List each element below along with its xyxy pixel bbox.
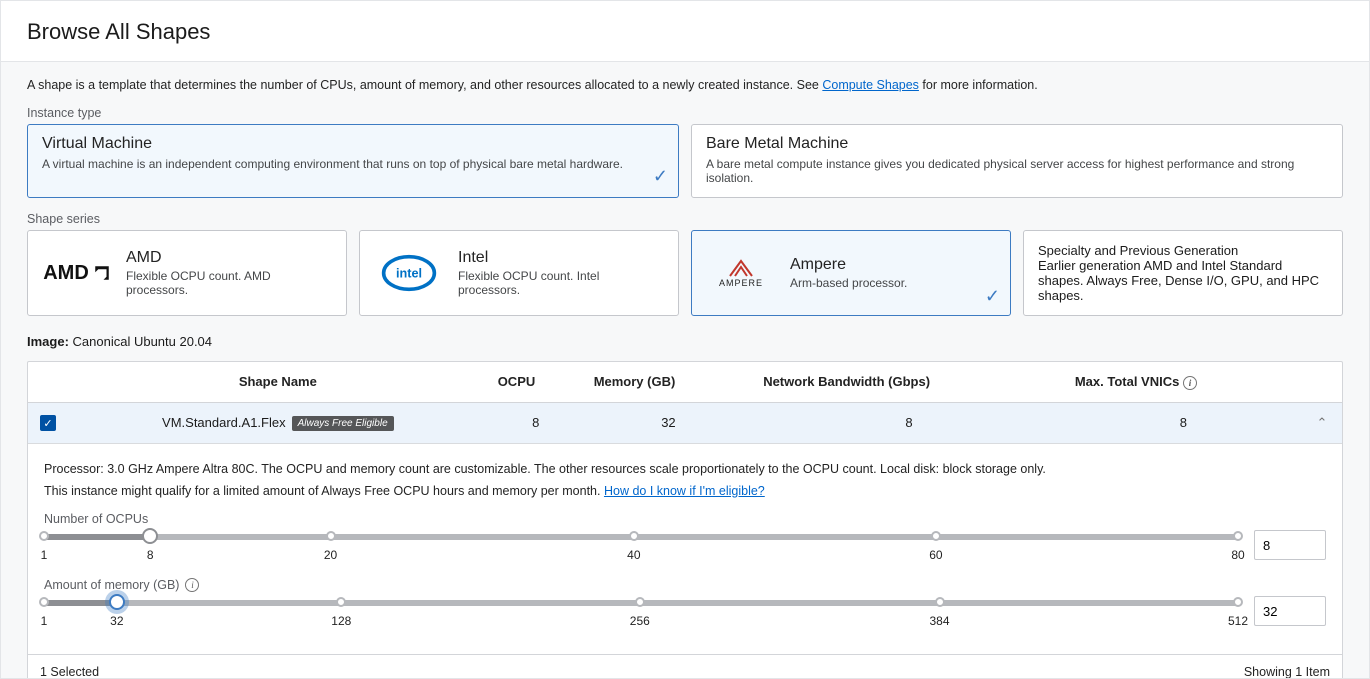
- col-memory: Memory (GB): [584, 362, 754, 402]
- showing-count: Showing 1 Item: [1244, 665, 1330, 679]
- memory-slider[interactable]: 1 32 128 256 384 512: [44, 596, 1238, 630]
- expand-header: [1302, 362, 1342, 402]
- row-checkbox[interactable]: ✓: [40, 415, 56, 431]
- series-specialty[interactable]: Specialty and Previous Generation Earlie…: [1023, 230, 1343, 316]
- collapse-row-button[interactable]: ⌃: [1302, 402, 1342, 444]
- ampere-logo-icon: AMPERE: [706, 250, 776, 296]
- checkmark-icon: ✓: [653, 166, 668, 187]
- ocpu-slider-block: Number of OCPUs: [44, 512, 1326, 564]
- series-title: AMD: [126, 249, 332, 267]
- series-sub: Arm-based processor.: [790, 276, 907, 290]
- bandwidth-cell: 8: [753, 402, 1065, 444]
- memory-input[interactable]: [1254, 596, 1326, 626]
- col-shape-name: Shape Name: [68, 362, 488, 402]
- always-free-badge: Always Free Eligible: [292, 416, 394, 431]
- card-sub: A bare metal compute instance gives you …: [706, 157, 1328, 185]
- col-ocpu: OCPU: [488, 362, 584, 402]
- instance-type-label: Instance type: [27, 106, 1343, 120]
- amd-logo-icon: AMD: [42, 250, 112, 296]
- memory-slider-label: Amount of memory (GB) i: [44, 578, 1326, 592]
- table-header-row: Shape Name OCPU Memory (GB) Network Band…: [28, 362, 1342, 402]
- card-title: Virtual Machine: [42, 135, 664, 153]
- select-all-header: [28, 362, 68, 402]
- series-sub: Earlier generation AMD and Intel Standar…: [1038, 258, 1328, 303]
- description-text: A shape is a template that determines th…: [27, 78, 822, 92]
- slider-thumb[interactable]: [142, 528, 158, 544]
- panel-body: A shape is a template that determines th…: [1, 62, 1369, 679]
- card-sub: A virtual machine is an independent comp…: [42, 157, 664, 171]
- description: A shape is a template that determines th…: [27, 78, 1343, 92]
- vnics-cell: 8: [1065, 402, 1302, 444]
- series-title: Specialty and Previous Generation: [1038, 243, 1328, 258]
- selected-count: 1 Selected: [40, 665, 99, 679]
- info-icon[interactable]: i: [185, 578, 199, 592]
- ocpu-input[interactable]: [1254, 530, 1326, 560]
- card-title: Bare Metal Machine: [706, 135, 1328, 153]
- eligibility-link[interactable]: How do I know if I'm eligible?: [604, 484, 765, 498]
- ocpu-slider-label: Number of OCPUs: [44, 512, 1326, 526]
- series-sub: Flexible OCPU count. AMD processors.: [126, 269, 332, 297]
- intel-logo-icon: intel: [374, 250, 444, 296]
- memory-cell: 32: [584, 402, 754, 444]
- series-intel[interactable]: intel Intel Flexible OCPU count. Intel p…: [359, 230, 679, 316]
- info-icon[interactable]: i: [1183, 376, 1197, 390]
- instance-type-virtual-machine[interactable]: Virtual Machine A virtual machine is an …: [27, 124, 679, 198]
- series-sub: Flexible OCPU count. Intel processors.: [458, 269, 664, 297]
- series-title: Ampere: [790, 256, 907, 274]
- series-title: Intel: [458, 249, 664, 267]
- shape-series-options: AMD AMD Flexible OCPU count. AMD process…: [27, 230, 1343, 316]
- table-row-detail: Processor: 3.0 GHz Ampere Altra 80C. The…: [28, 444, 1342, 655]
- shapes-table: Shape Name OCPU Memory (GB) Network Band…: [27, 361, 1343, 679]
- instance-type-bare-metal[interactable]: Bare Metal Machine A bare metal compute …: [691, 124, 1343, 198]
- shape-series-label: Shape series: [27, 212, 1343, 226]
- memory-slider-block: Amount of memory (GB) i: [44, 578, 1326, 630]
- svg-text:intel: intel: [396, 267, 422, 281]
- slider-thumb[interactable]: [109, 594, 125, 610]
- compute-shapes-link[interactable]: Compute Shapes: [822, 78, 919, 92]
- browse-shapes-panel: Browse All Shapes A shape is a template …: [0, 0, 1370, 679]
- panel-header: Browse All Shapes: [1, 1, 1369, 62]
- instance-type-options: Virtual Machine A virtual machine is an …: [27, 124, 1343, 198]
- image-value: Canonical Ubuntu 20.04: [73, 334, 213, 349]
- ocpu-slider[interactable]: 1 8 20 40 60 80: [44, 530, 1238, 564]
- description-text-after: for more information.: [919, 78, 1038, 92]
- series-ampere[interactable]: AMPERE Ampere Arm-based processor. ✓: [691, 230, 1011, 316]
- col-vnics: Max. Total VNICs i: [1065, 362, 1302, 402]
- image-label: Image:: [27, 334, 69, 349]
- shape-name-cell: VM.Standard.A1.FlexAlways Free Eligible: [68, 402, 488, 444]
- checkmark-icon: ✓: [985, 286, 1000, 307]
- col-bandwidth: Network Bandwidth (Gbps): [753, 362, 1065, 402]
- processor-description: Processor: 3.0 GHz Ampere Altra 80C. The…: [44, 462, 1326, 476]
- free-tier-note: This instance might qualify for a limite…: [44, 484, 1326, 498]
- page-title: Browse All Shapes: [27, 19, 1343, 45]
- image-line: Image: Canonical Ubuntu 20.04: [27, 334, 1343, 349]
- table-row[interactable]: ✓ VM.Standard.A1.FlexAlways Free Eligibl…: [28, 402, 1342, 444]
- ocpu-cell: 8: [488, 402, 584, 444]
- series-amd[interactable]: AMD AMD Flexible OCPU count. AMD process…: [27, 230, 347, 316]
- chevron-up-icon: ⌃: [1317, 415, 1328, 430]
- table-footer: 1 Selected Showing 1 Item: [28, 654, 1342, 679]
